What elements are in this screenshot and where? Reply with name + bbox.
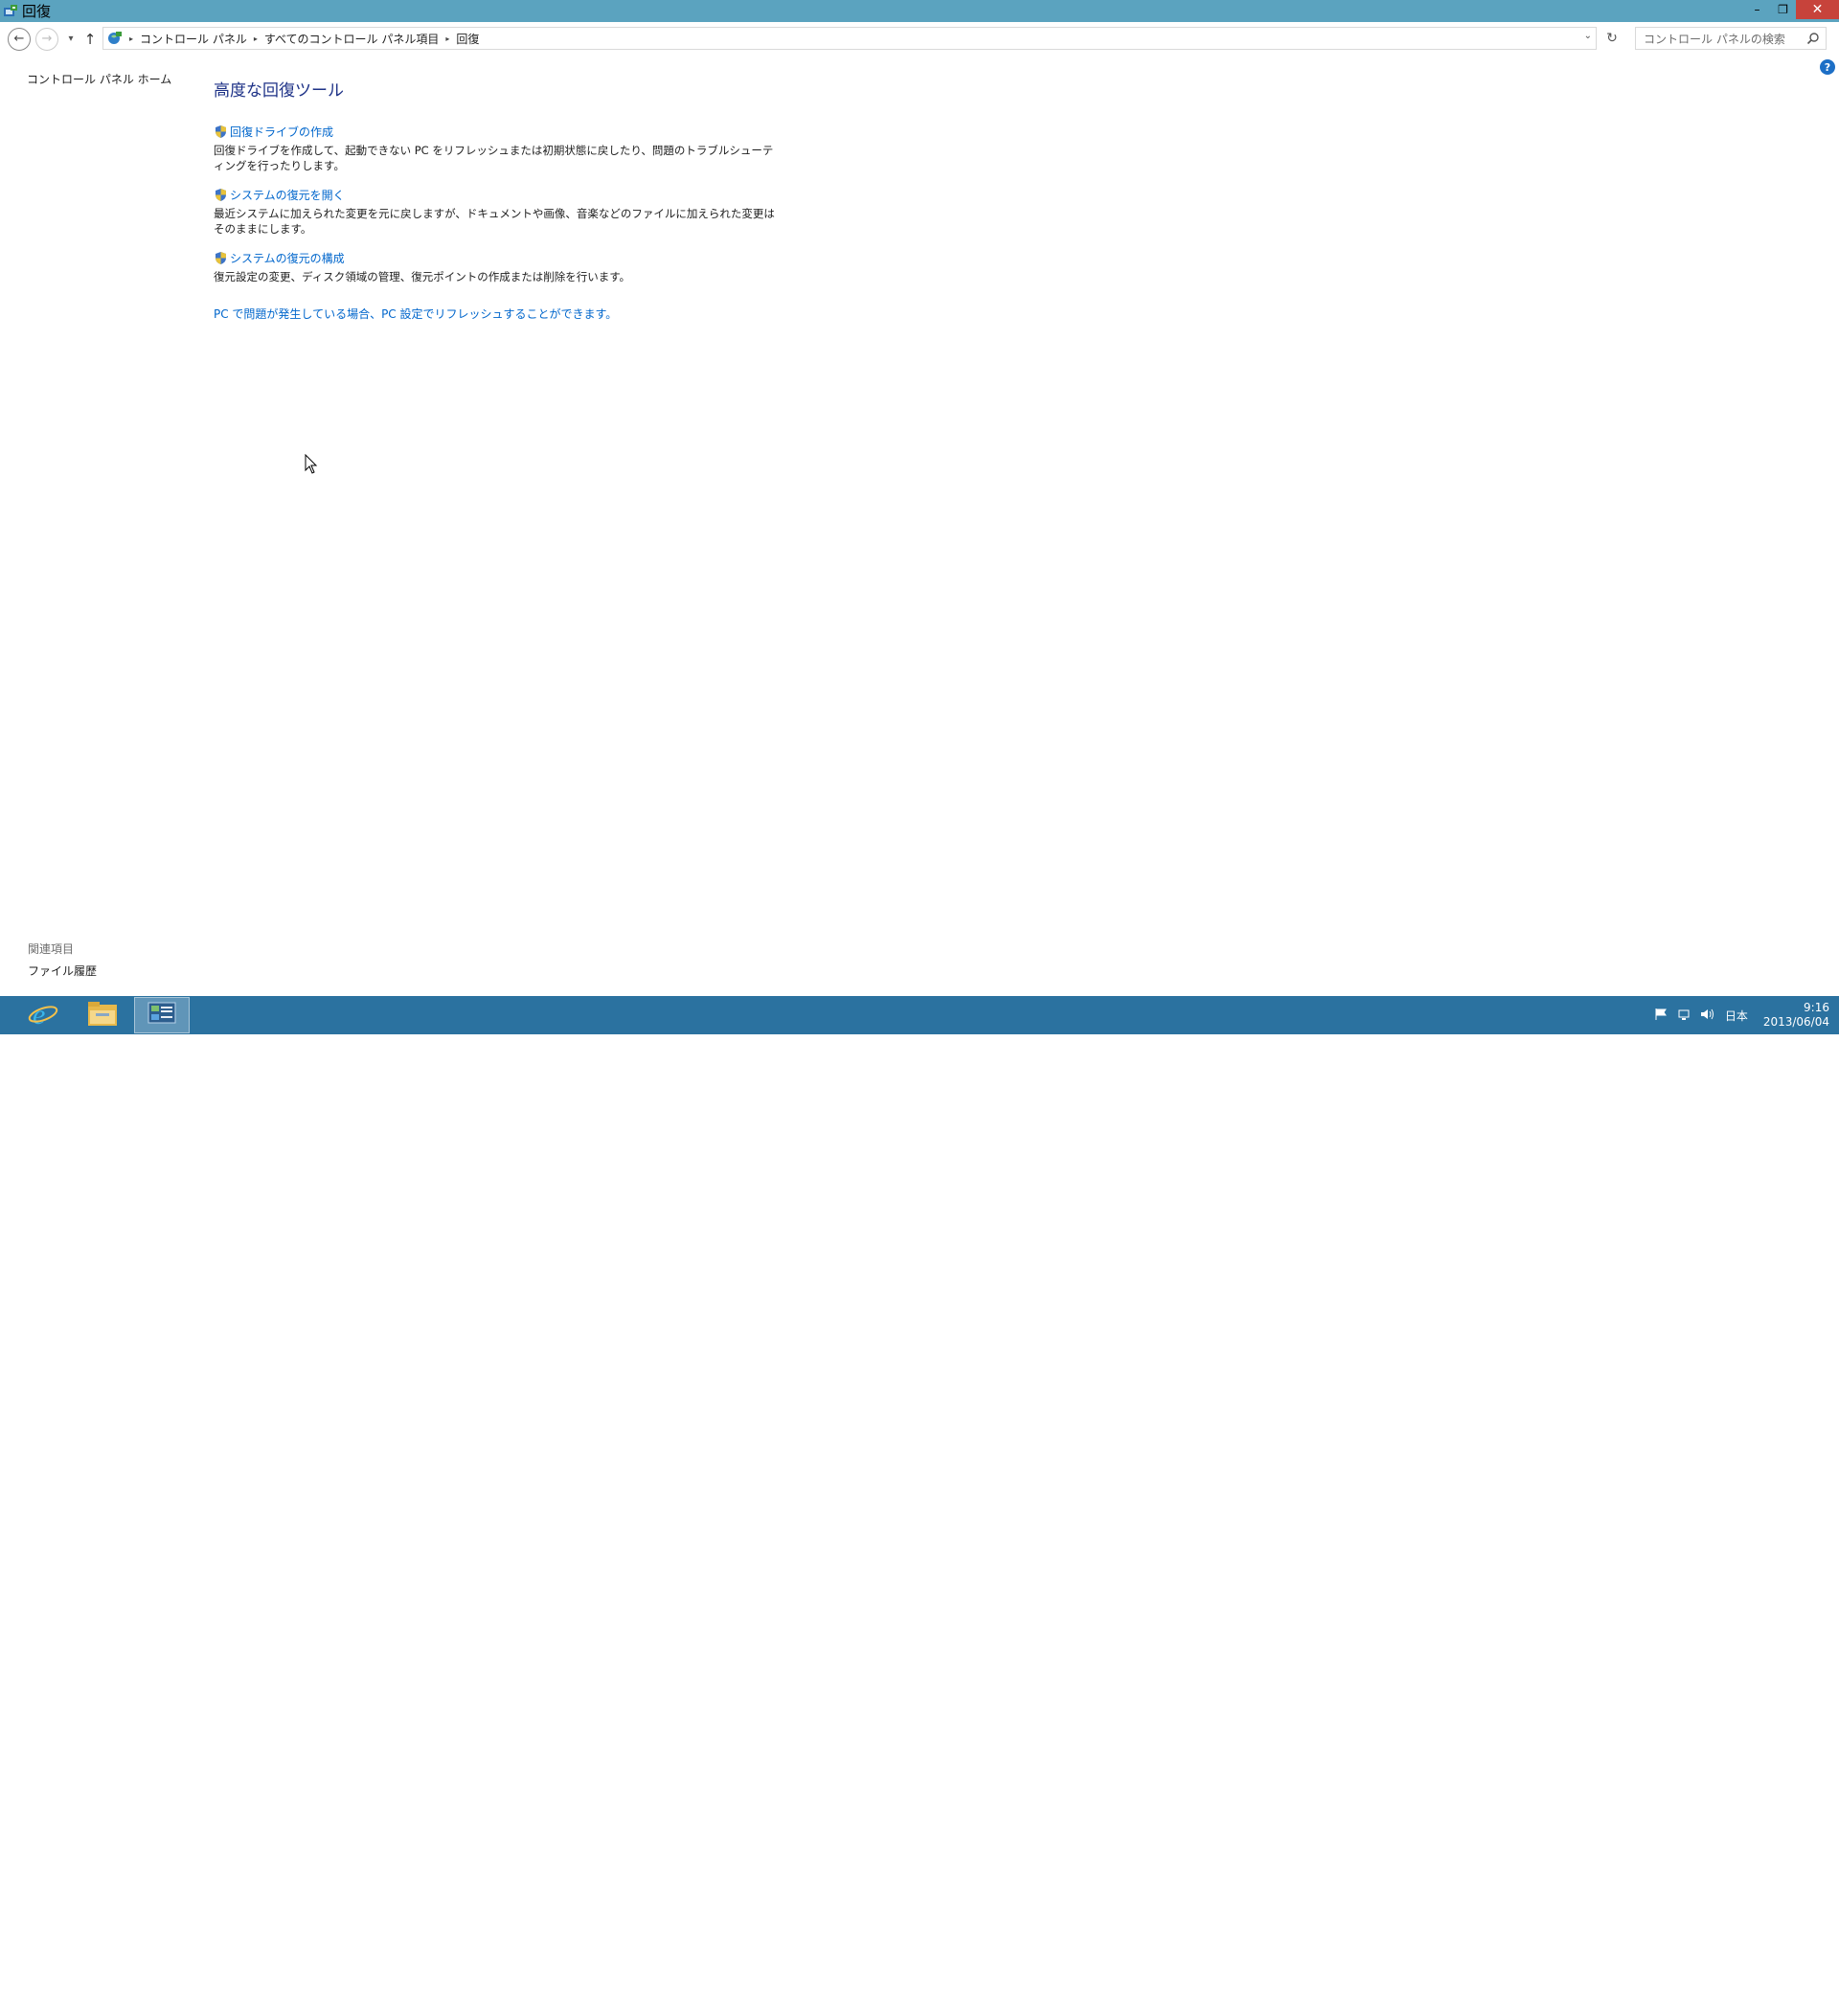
- recovery-item: システムの復元を開く 最近システムに加えられた変更を元に戻しますが、ドキュメント…: [214, 187, 779, 237]
- control-panel-home-link[interactable]: コントロール パネル ホーム: [27, 71, 171, 87]
- file-explorer-icon: [86, 999, 119, 1031]
- address-dropdown-icon[interactable]: ⌄: [1584, 31, 1592, 41]
- search-input[interactable]: コントロール パネルの検索: [1635, 27, 1827, 50]
- open-system-restore-label[interactable]: システムの復元を開く: [230, 187, 345, 203]
- uac-shield-icon: [214, 125, 228, 139]
- control-panel-button[interactable]: [134, 997, 190, 1033]
- search-icon[interactable]: [1806, 32, 1820, 45]
- breadcrumb-control-panel[interactable]: コントロール パネル: [140, 31, 247, 47]
- related-header: 関連項目: [28, 942, 75, 956]
- create-recovery-drive-label[interactable]: 回復ドライブの作成: [230, 124, 333, 140]
- system-tray: 日本 9:16 2013/06/04: [1645, 996, 1829, 1034]
- restore-button[interactable]: ❐: [1770, 0, 1796, 19]
- open-system-restore-link[interactable]: システムの復元を開く: [214, 187, 779, 203]
- control-panel-icon: [3, 4, 18, 19]
- uac-shield-icon: [214, 251, 228, 265]
- up-button[interactable]: ↑: [82, 31, 98, 48]
- title-bar: 回復 – ❐ ✕: [0, 0, 1839, 22]
- page-title: 高度な回復ツール: [214, 81, 344, 101]
- ime-indicator[interactable]: 日本: [1725, 1008, 1748, 1024]
- svg-text:e: e: [33, 999, 45, 1030]
- clock[interactable]: 9:16 2013/06/04: [1763, 1001, 1829, 1030]
- recent-locations-button[interactable]: ▾: [65, 34, 77, 44]
- network-icon[interactable]: [1677, 1008, 1691, 1024]
- main-content: 高度な回復ツール 回復ドライブの作成 回復ドライブを作成して、起動できない PC…: [214, 77, 779, 322]
- breadcrumb-all-items[interactable]: すべてのコントロール パネル項目: [264, 31, 440, 47]
- breadcrumb-separator: ▸: [129, 34, 134, 43]
- back-button[interactable]: ←: [8, 27, 31, 51]
- taskbar: e The Collection Book 日本 9:16 2013/06/04: [0, 996, 1839, 2015]
- help-icon[interactable]: ?: [1820, 59, 1835, 75]
- uac-shield-icon: [214, 188, 228, 202]
- internet-explorer-icon: e: [27, 997, 59, 1033]
- file-explorer-button[interactable]: [75, 997, 130, 1033]
- watermark-text: The Collection Book: [1657, 1995, 1810, 2015]
- minimize-button[interactable]: –: [1744, 0, 1770, 19]
- refresh-button[interactable]: ↻: [1601, 27, 1623, 50]
- window-title: 回復: [22, 3, 52, 20]
- file-history-link[interactable]: ファイル履歴: [28, 963, 97, 979]
- recovery-item: 回復ドライブの作成 回復ドライブを作成して、起動できない PC をリフレッシュま…: [214, 124, 779, 173]
- window-controls: – ❐ ✕: [1744, 0, 1839, 22]
- create-recovery-drive-description: 回復ドライブを作成して、起動できない PC をリフレッシュまたは初期状態に戻した…: [214, 144, 774, 172]
- control-panel-icon: [107, 31, 123, 46]
- close-button[interactable]: ✕: [1796, 0, 1839, 19]
- clock-date: 2013/06/04: [1762, 1015, 1829, 1029]
- recovery-item: システムの復元の構成 復元設定の変更、ディスク領域の管理、復元ポイントの作成また…: [214, 250, 779, 284]
- open-system-restore-description: 最近システムに加えられた変更を元に戻しますが、ドキュメントや画像、音楽などのファ…: [214, 207, 775, 236]
- address-bar[interactable]: ▸ コントロール パネル ▸ すべてのコントロール パネル項目 ▸ 回復 ⌄: [102, 27, 1597, 50]
- flag-icon[interactable]: [1654, 1008, 1668, 1024]
- pc-settings-refresh-link[interactable]: PC で問題が発生している場合、PC 設定でリフレッシュすることができます。: [214, 306, 779, 322]
- navigation-bar: ← → ▾ ↑ ▸ コントロール パネル ▸ すべてのコントロール パネル項目 …: [0, 22, 1839, 56]
- configure-system-restore-label[interactable]: システムの復元の構成: [230, 250, 345, 266]
- create-recovery-drive-link[interactable]: 回復ドライブの作成: [214, 124, 779, 140]
- breadcrumb-separator[interactable]: ▸: [445, 34, 449, 43]
- mouse-cursor-icon: [305, 453, 318, 475]
- forward-button[interactable]: →: [35, 27, 58, 51]
- breadcrumb-separator[interactable]: ▸: [254, 34, 258, 43]
- volume-icon[interactable]: [1700, 1008, 1715, 1024]
- breadcrumb-recovery[interactable]: 回復: [456, 31, 479, 47]
- configure-system-restore-description: 復元設定の変更、ディスク領域の管理、復元ポイントの作成または削除を行います。: [214, 270, 631, 283]
- internet-explorer-button[interactable]: e: [15, 997, 71, 1033]
- clock-time: 9:16: [1804, 1001, 1829, 1014]
- search-placeholder: コントロール パネルの検索: [1644, 32, 1785, 46]
- configure-system-restore-link[interactable]: システムの復元の構成: [214, 250, 779, 266]
- control-panel-icon: [147, 1000, 177, 1031]
